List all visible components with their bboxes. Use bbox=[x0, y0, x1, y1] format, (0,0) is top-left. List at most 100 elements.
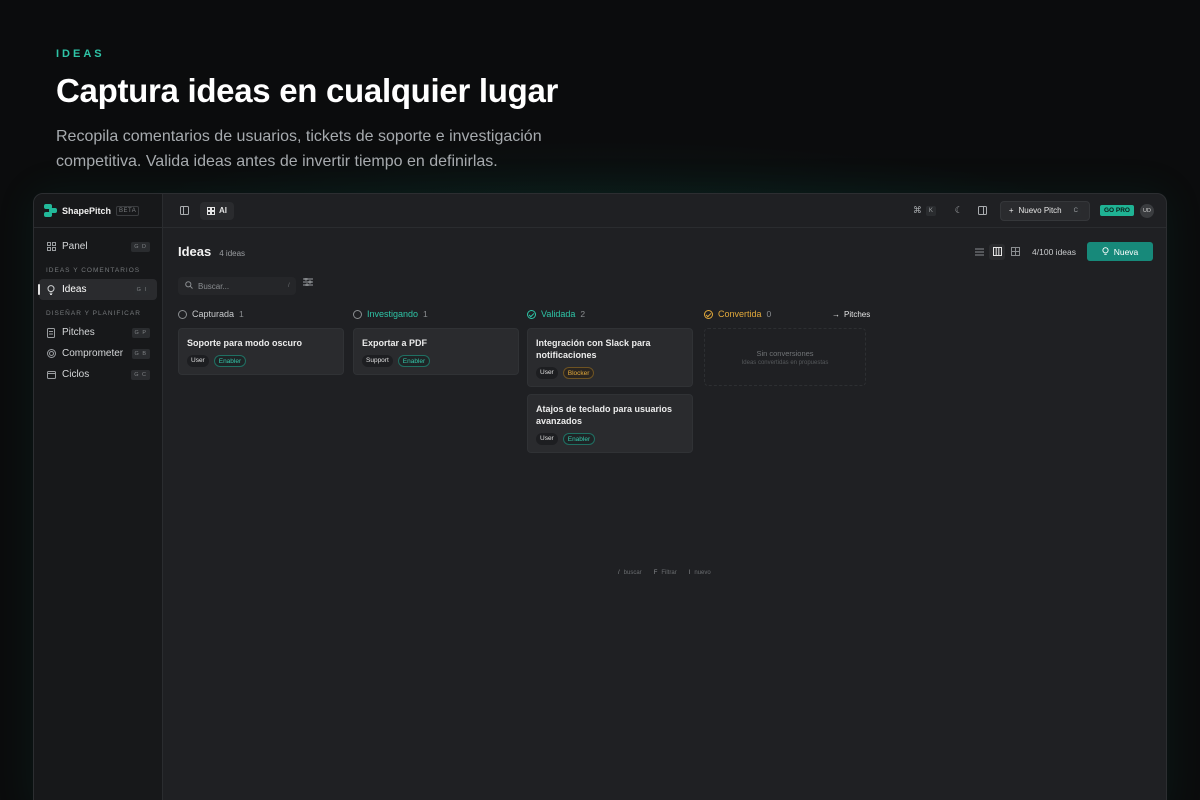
moon-icon: ☾ bbox=[954, 205, 963, 215]
hint-item: F Filtrar bbox=[653, 570, 677, 576]
card-title: Atajos de teclado para usuarios avanzado… bbox=[536, 404, 673, 426]
column-count: 1 bbox=[423, 309, 428, 319]
grid-icon bbox=[46, 242, 56, 252]
sidebar-toggle-icon bbox=[179, 206, 189, 215]
column-header: Capturada 1 bbox=[178, 307, 344, 321]
check-circle-icon bbox=[704, 309, 713, 319]
sparkle-grid-icon bbox=[207, 206, 215, 215]
hint-item: / buscar bbox=[618, 570, 642, 576]
avatar[interactable]: UD bbox=[1140, 203, 1154, 218]
card-tags: User Enabler bbox=[536, 433, 684, 445]
sidebar-item-comprometer[interactable]: Comprometer G B bbox=[39, 343, 157, 364]
column-capturada: Capturada 1 Soporte para modo oscuro Use… bbox=[178, 307, 344, 375]
hero-eyebrow: IDEAS bbox=[56, 48, 105, 60]
card-title: Soporte para modo oscuro bbox=[187, 338, 303, 348]
shortcut-badge: G D bbox=[131, 241, 150, 252]
tag-user: User bbox=[536, 367, 558, 379]
circle-icon bbox=[353, 309, 362, 319]
tag-enabler: Enabler bbox=[562, 433, 596, 445]
page-count: 4 ideas bbox=[219, 249, 246, 258]
sidebar-item-ciclos[interactable]: Ciclos G C bbox=[39, 364, 157, 385]
plus-icon: + bbox=[1008, 206, 1014, 215]
column-title: Validada bbox=[541, 309, 576, 319]
new-pitch-button[interactable]: + Nuevo Pitch C bbox=[999, 200, 1090, 221]
command-icon: ⌘ bbox=[912, 205, 922, 215]
view-toggle bbox=[971, 243, 1023, 260]
tag-user: User bbox=[187, 355, 209, 367]
target-icon bbox=[46, 349, 56, 359]
idea-card[interactable]: Soporte para modo oscuro User Enabler bbox=[178, 328, 344, 375]
column-title: Capturada bbox=[192, 309, 235, 319]
shortcut-badge: G C bbox=[131, 369, 150, 380]
go-pro-button[interactable]: GO PRO bbox=[1099, 205, 1134, 216]
column-count: 1 bbox=[239, 309, 244, 319]
filter-button[interactable] bbox=[303, 277, 313, 288]
command-palette-button[interactable]: ⌘ K bbox=[913, 202, 936, 220]
idea-card[interactable]: Atajos de teclado para usuarios avanzado… bbox=[527, 394, 693, 453]
page-actions: 4/100 ideas Nueva bbox=[971, 242, 1153, 261]
panel-toggle-button[interactable] bbox=[974, 202, 992, 220]
new-idea-button[interactable]: Nueva bbox=[1087, 242, 1153, 261]
hero-title: Captura ideas en cualquier lugar bbox=[56, 72, 559, 109]
keyboard-hints: / buscar F Filtrar Inuevo bbox=[618, 570, 711, 576]
hint-item: Inuevo bbox=[688, 570, 711, 576]
sliders-icon bbox=[303, 277, 313, 287]
column-validada: Validada 2 Integración con Slack para no… bbox=[527, 307, 693, 453]
new-pitch-key: C bbox=[1070, 205, 1081, 216]
column-header: Validada 2 bbox=[527, 307, 693, 321]
empty-subtitle: Ideas convertidas en propuestas bbox=[741, 359, 829, 366]
app-window: ShapePitch BETA Panel G D IDEAS Y COMENT… bbox=[33, 193, 1167, 800]
sidebar-item-pitches[interactable]: Pitches G P bbox=[39, 322, 157, 343]
ideas-quota: 4/100 ideas bbox=[1032, 246, 1076, 257]
shortcut-badge: G P bbox=[131, 327, 150, 338]
column-title: Convertida bbox=[718, 309, 762, 319]
shortcut-badge: G I bbox=[133, 284, 150, 295]
page-header: Ideas 4 ideas bbox=[178, 244, 245, 259]
sidebar-item-ideas[interactable]: Ideas G I bbox=[38, 279, 157, 300]
topbar: AI ⌘ K ☾ + Nuevo Pitch C GO PRO UD bbox=[163, 194, 1166, 228]
theme-toggle-button[interactable]: ☾ bbox=[950, 202, 968, 220]
sidebar: ShapePitch BETA Panel G D IDEAS Y COMENT… bbox=[34, 194, 163, 800]
card-tags: User Enabler bbox=[187, 355, 335, 367]
tag-support: Support bbox=[362, 355, 393, 367]
empty-state: Sin conversiones Ideas convertidas en pr… bbox=[704, 328, 866, 386]
shortcut-badge: G B bbox=[131, 348, 150, 359]
main-content: Ideas 4 ideas 4/100 ideas Nueva Buscar..… bbox=[163, 228, 1166, 800]
board-view-button[interactable] bbox=[989, 243, 1006, 260]
bulb-icon bbox=[1102, 247, 1109, 255]
search-input[interactable] bbox=[198, 281, 283, 291]
pitches-link[interactable]: → Pitches bbox=[832, 307, 870, 321]
card-tags: User Blocker bbox=[536, 367, 684, 379]
sidebar-toggle-button[interactable] bbox=[175, 202, 193, 220]
command-key: K bbox=[925, 205, 936, 216]
brand[interactable]: ShapePitch BETA bbox=[34, 194, 162, 228]
search-icon bbox=[185, 281, 193, 291]
sidebar-item-label: Ciclos bbox=[62, 369, 90, 380]
idea-card[interactable]: Integración con Slack para notificacione… bbox=[527, 328, 693, 387]
hero-section: IDEAS Captura ideas en cualquier lugar R… bbox=[56, 48, 756, 174]
column-investigando: Investigando 1 Exportar a PDF Support En… bbox=[353, 307, 519, 375]
tag-blocker: Blocker bbox=[562, 367, 595, 379]
idea-card[interactable]: Exportar a PDF Support Enabler bbox=[353, 328, 519, 375]
column-count: 2 bbox=[580, 309, 586, 319]
hero-description: Recopila comentarios de usuarios, ticket… bbox=[56, 128, 542, 170]
bulb-icon bbox=[46, 284, 56, 295]
empty-title: Sin conversiones bbox=[756, 348, 814, 358]
logo-icon bbox=[44, 204, 57, 217]
list-view-button[interactable] bbox=[971, 244, 987, 260]
new-idea-label: Nueva bbox=[1113, 246, 1139, 257]
sidebar-item-label: Pitches bbox=[62, 327, 95, 338]
panel-icon bbox=[978, 206, 988, 215]
brand-name: ShapePitch bbox=[62, 205, 112, 216]
ai-button[interactable]: AI bbox=[200, 201, 234, 220]
sidebar-item-label: Panel bbox=[62, 241, 88, 252]
circle-icon bbox=[178, 309, 187, 319]
pitches-link-label: Pitches bbox=[844, 309, 871, 319]
sidebar-item-panel[interactable]: Panel G D bbox=[39, 236, 157, 257]
search-box: / bbox=[178, 277, 296, 295]
column-count: 0 bbox=[766, 309, 772, 319]
grid-view-button[interactable] bbox=[1007, 244, 1023, 260]
check-circle-icon bbox=[527, 309, 536, 319]
ai-button-label: AI bbox=[219, 206, 227, 215]
tag-user: User bbox=[536, 433, 558, 445]
